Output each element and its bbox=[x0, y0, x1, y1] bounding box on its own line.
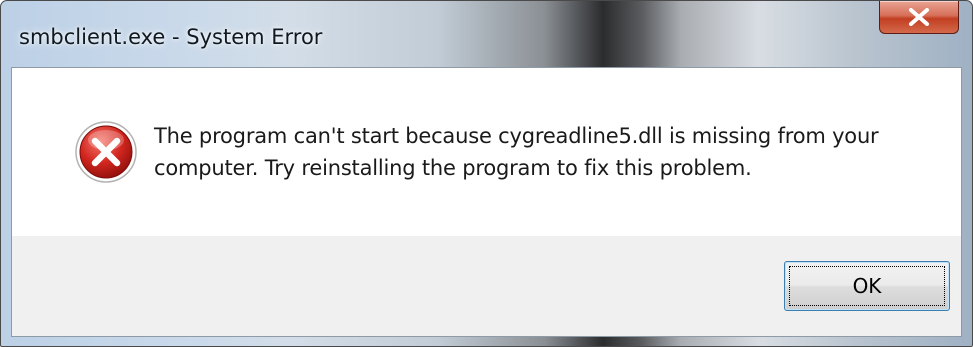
message-area: The program can't start because cygreadl… bbox=[12, 68, 961, 236]
window-title: smbclient.exe - System Error bbox=[19, 25, 323, 49]
close-x-icon bbox=[908, 8, 930, 26]
ok-button[interactable]: OK bbox=[784, 261, 950, 311]
dialog-client-area: The program can't start because cygreadl… bbox=[11, 67, 962, 337]
ok-button-label: OK bbox=[852, 274, 882, 298]
error-message: The program can't start because cygreadl… bbox=[154, 124, 879, 180]
close-button[interactable] bbox=[879, 1, 959, 34]
error-dialog-window: smbclient.exe - System Error The program… bbox=[0, 0, 973, 347]
title-bar[interactable]: smbclient.exe - System Error bbox=[1, 1, 972, 67]
error-icon bbox=[74, 120, 138, 184]
button-area: OK bbox=[12, 236, 961, 336]
